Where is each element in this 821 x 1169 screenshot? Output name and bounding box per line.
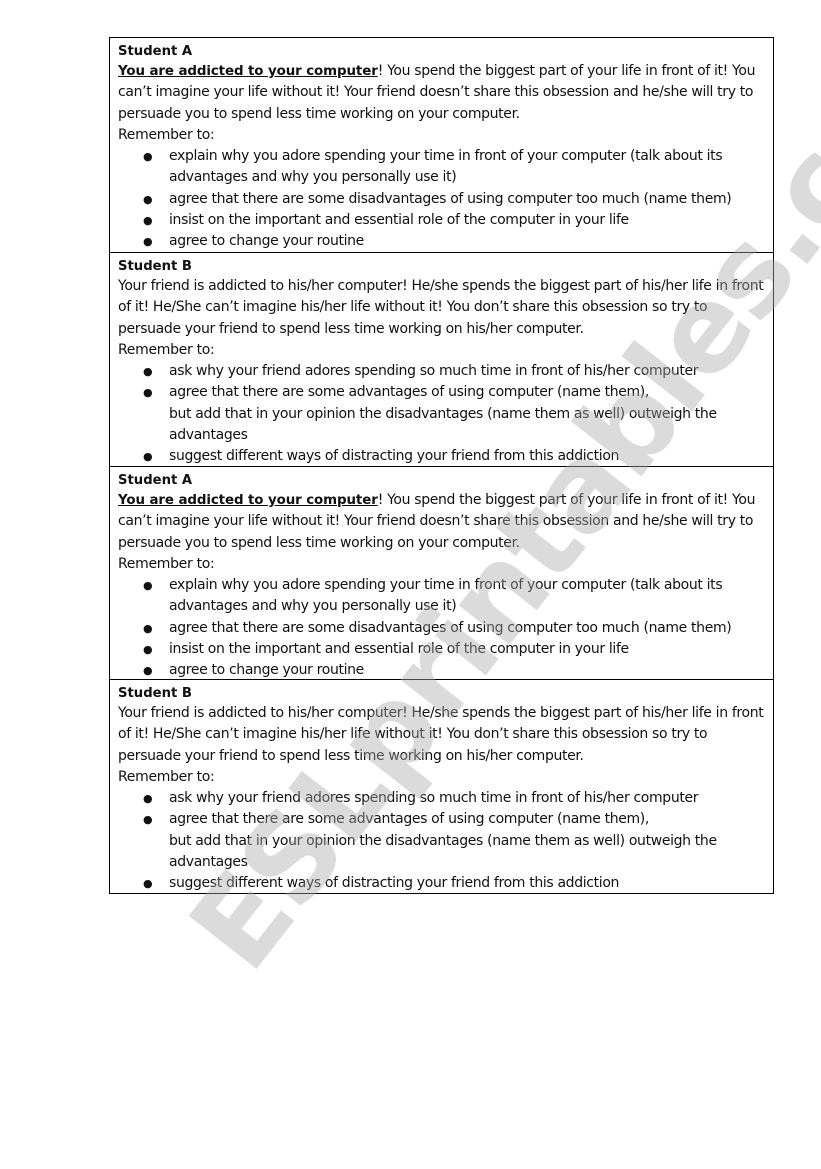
task-item: ● explain why you adore spending your tim… [118, 146, 765, 189]
task-item: ● suggest different ways of distracting y… [118, 873, 765, 894]
role-card-student-b: Student B Your friend is addicted to his… [110, 679, 773, 893]
task-item: ● insist on the important and essential r… [118, 639, 765, 660]
task-text: ask why your friend adores spending so m… [169, 790, 699, 807]
bullet-icon: ● [143, 579, 153, 593]
bullet-icon: ● [143, 877, 153, 891]
task-text: insist on the important and essential ro… [169, 212, 629, 229]
task-item: ● agree that there are some disadvantages… [118, 189, 765, 210]
task-text: agree that there are some advantages of … [169, 384, 717, 444]
task-text: agree to change your routine [169, 662, 364, 679]
task-item: ● ask why your friend adores spending so … [118, 788, 765, 809]
task-item: ● agree to change your routine [118, 660, 765, 681]
task-text: ask why your friend adores spending so m… [169, 363, 699, 380]
task-text: insist on the important and essential ro… [169, 641, 629, 658]
bullet-icon: ● [143, 214, 153, 228]
task-item: ● agree that there are some advantages of… [118, 382, 765, 446]
task-text: suggest different ways of distracting yo… [169, 448, 620, 465]
card-intro: You are addicted to your computer! You s… [118, 490, 765, 554]
card-title: Student B [118, 686, 192, 701]
bullet-icon: ● [143, 813, 153, 827]
card-title: Student B [118, 259, 192, 274]
remember-label: Remember to: [118, 341, 215, 358]
task-text: agree that there are some disadvantages … [169, 619, 732, 636]
task-item: ● agree that there are some disadvantages… [118, 618, 765, 639]
task-list: ● explain why you adore spending your tim… [118, 146, 765, 252]
task-text: explain why you adore spending your time… [169, 148, 723, 186]
task-item: ● suggest different ways of distracting y… [118, 446, 765, 467]
bullet-icon: ● [143, 365, 153, 379]
task-item: ● agree that there are some advantages of… [118, 809, 765, 873]
task-text: suggest different ways of distracting yo… [169, 875, 620, 892]
task-item: ● agree to change your routine [118, 231, 765, 252]
task-text: explain why you adore spending your time… [169, 577, 723, 615]
bullet-icon: ● [143, 643, 153, 657]
card-title: Student A [118, 44, 193, 59]
bullet-icon: ● [143, 150, 153, 164]
role-card-student-b: Student B Your friend is addicted to his… [110, 252, 773, 466]
task-list: ● explain why you adore spending your tim… [118, 575, 765, 681]
card-intro: You are addicted to your computer! You s… [118, 61, 765, 125]
role-card-table: Student A You are addicted to your compu… [109, 37, 774, 894]
task-list: ● ask why your friend adores spending so … [118, 361, 765, 467]
bullet-icon: ● [143, 386, 153, 400]
role-card-student-a: Student A You are addicted to your compu… [110, 38, 773, 252]
task-item: ● explain why you adore spending your tim… [118, 575, 765, 618]
task-item: ● ask why your friend adores spending so … [118, 361, 765, 382]
task-text: agree that there are some disadvantages … [169, 190, 732, 207]
bullet-icon: ● [143, 235, 153, 249]
card-intro: Your friend is addicted to his/her compu… [118, 278, 764, 337]
bullet-icon: ● [143, 192, 153, 206]
card-lead: You are addicted to your computer [118, 493, 378, 508]
bullet-icon: ● [143, 792, 153, 806]
remember-label: Remember to: [118, 126, 215, 143]
card-lead: You are addicted to your computer [118, 64, 378, 79]
role-card-student-a: Student A You are addicted to your compu… [110, 466, 773, 679]
bullet-icon: ● [143, 664, 153, 678]
task-item: ● insist on the important and essential r… [118, 210, 765, 231]
remember-label: Remember to: [118, 555, 215, 572]
task-list: ● ask why your friend adores spending so … [118, 788, 765, 894]
task-text: agree that there are some advantages of … [169, 811, 717, 871]
remember-label: Remember to: [118, 768, 215, 785]
bullet-icon: ● [143, 450, 153, 464]
card-intro: Your friend is addicted to his/her compu… [118, 705, 764, 764]
bullet-icon: ● [143, 621, 153, 635]
card-title: Student A [118, 473, 193, 488]
task-text: agree to change your routine [169, 233, 364, 250]
